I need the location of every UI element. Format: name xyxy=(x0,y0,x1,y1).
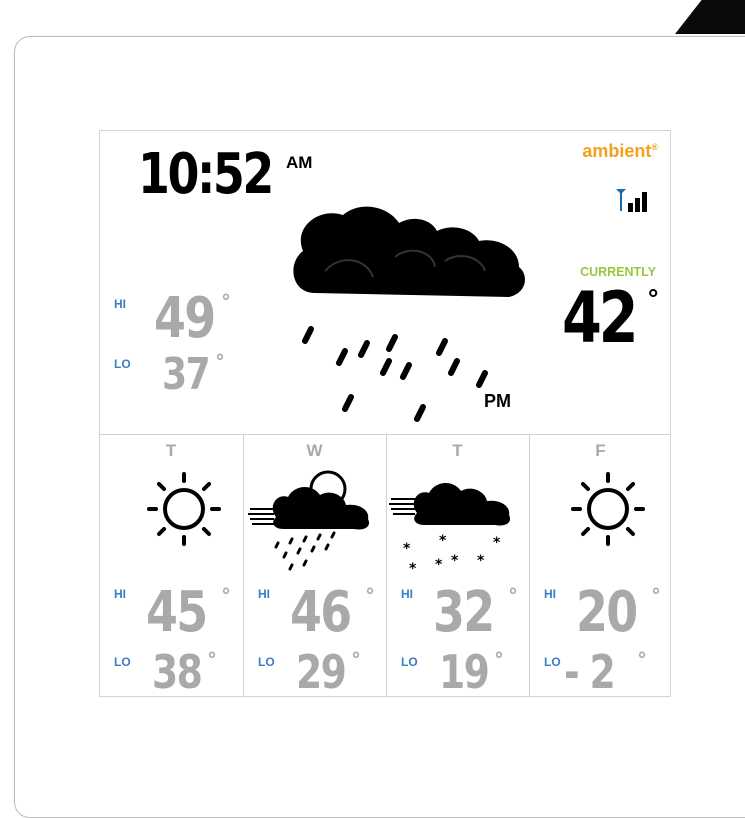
forecast-lo-degree: ° xyxy=(208,649,216,671)
forecast-hi-temp: 20 xyxy=(576,580,638,645)
current-temp-degree: ° xyxy=(648,283,659,313)
brand-name: ambient xyxy=(582,141,652,161)
forecast-hi-label: HI xyxy=(114,587,126,601)
forecast-period: PM xyxy=(484,391,511,411)
forecast-hi-temp: 45 xyxy=(146,580,208,645)
forecast-lo-label: LO xyxy=(114,655,131,669)
brand-registered-mark: ® xyxy=(651,142,658,152)
svg-text:*: * xyxy=(451,553,459,569)
today-lo-label: LO xyxy=(114,357,131,371)
forecast-hi-degree: ° xyxy=(222,585,230,607)
svg-text:*: * xyxy=(403,541,411,557)
forecast-lo-temp: 29 xyxy=(296,645,347,699)
forecast-hi-label: HI xyxy=(544,587,556,601)
clock-time: 10:52 xyxy=(138,142,274,207)
sun-icon xyxy=(147,472,221,546)
forecast-day-2: W HI 46 ° LO 29 ° xyxy=(243,435,385,697)
forecast-lo-temp: - 2 xyxy=(564,645,616,699)
today-lo-temp: 37 xyxy=(162,349,211,400)
svg-text:*: * xyxy=(409,561,417,577)
wind-cloud-sun-rain-icon xyxy=(248,470,370,571)
svg-text:*: * xyxy=(477,553,485,569)
current-temp: 42 xyxy=(562,277,639,359)
forecast-hi-temp: 32 xyxy=(433,580,495,645)
forecast-lo-temp: 19 xyxy=(439,645,490,699)
brand-logo: ambient® xyxy=(582,141,658,162)
today-hi-temp: 49 xyxy=(154,286,216,351)
forecast-hi-degree: ° xyxy=(366,585,374,607)
forecast-day-label: W xyxy=(306,441,323,460)
corner-tab xyxy=(675,0,745,34)
today-hi-label: HI xyxy=(114,297,126,311)
forecast-lo-degree: ° xyxy=(638,649,646,671)
today-lo-degree: ° xyxy=(216,351,224,373)
forecast-day-label: T xyxy=(165,441,177,460)
forecast-day-label: F xyxy=(595,441,606,460)
forecast-hi-label: HI xyxy=(401,587,413,601)
forecast-day-label: T xyxy=(452,441,463,460)
forecast-lo-degree: ° xyxy=(352,649,360,671)
today-hi-degree: ° xyxy=(222,291,230,313)
display-screen: 10:52 AM ambient® HI 49 ° LO 37 ° PM CUR… xyxy=(99,130,671,697)
svg-text:*: * xyxy=(439,533,447,549)
forecast-day-4: F HI 20 ° LO - 2 ° xyxy=(529,435,671,697)
sun-icon xyxy=(571,472,645,546)
clock-ampm: AM xyxy=(286,153,313,172)
svg-text:*: * xyxy=(493,535,501,551)
forecast-hi-label: HI xyxy=(258,587,270,601)
forecast-lo-temp: 38 xyxy=(152,645,203,699)
forecast-hi-temp: 46 xyxy=(290,580,352,645)
svg-text:*: * xyxy=(435,557,443,573)
forecast-hi-degree: ° xyxy=(509,585,517,607)
wind-cloud-snow-icon: * * * * * * * xyxy=(389,482,511,577)
signal-bars-icon xyxy=(616,189,647,212)
forecast-lo-label: LO xyxy=(544,655,561,669)
forecast-day-1: T HI 45 ° LO 38 ° xyxy=(100,435,242,697)
forecast-day-3: T * * * * * * * HI 32 ° LO 19 ° xyxy=(386,435,528,697)
forecast-lo-label: LO xyxy=(401,655,418,669)
forecast-lo-label: LO xyxy=(258,655,275,669)
forecast-lo-degree: ° xyxy=(495,649,503,671)
forecast-hi-degree: ° xyxy=(652,585,660,607)
